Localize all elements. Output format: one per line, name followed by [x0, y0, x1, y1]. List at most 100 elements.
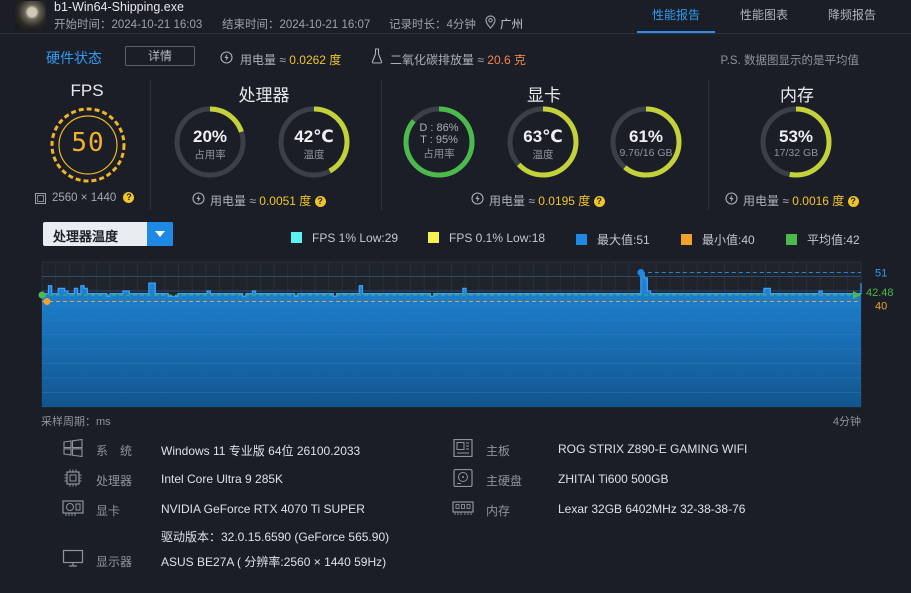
cpu-usage-text: 20% 占用率	[170, 127, 250, 162]
section-divider	[708, 80, 709, 210]
cpu-usage-value: 20%	[192, 127, 228, 146]
metric-dropdown-value: 处理器温度	[53, 229, 119, 244]
gpu-vram-text: 61% 9.76/16 GB	[606, 127, 686, 159]
spec-value-memory: Lexar 32GB 6402MHz 32-38-38-76	[558, 502, 746, 516]
spec-value-gpu: NVIDIA GeForce RTX 4070 Ti SUPER	[161, 502, 365, 516]
gpu-vram-label: 9.76/16 GB	[619, 147, 673, 159]
gpu-load-text: D : 86% T : 95% 占用率	[399, 122, 479, 161]
memory-power-label: 用电量 ≈	[743, 194, 789, 208]
legend-label: FPS 0.1% Low:18	[449, 231, 546, 245]
section-divider	[150, 80, 151, 210]
metric-dropdown[interactable]: 处理器温度	[43, 222, 173, 246]
resolution-icon	[35, 193, 46, 204]
legend-label: 最小值:40	[702, 233, 755, 247]
start-time: 开始时间：2024-10-21 16:03	[54, 19, 203, 31]
end-time: 结束时间：2024-10-21 16:07	[222, 19, 371, 31]
duration: 记录时长：4分钟	[389, 19, 476, 31]
help-icon[interactable]: ?	[314, 196, 326, 208]
memory-usage-value: 53%	[778, 127, 814, 146]
tab-throttling-report[interactable]: 降频报告	[828, 6, 876, 23]
legend-avg: 平均值:42	[786, 231, 860, 248]
gpu-title: 显卡	[527, 86, 561, 105]
detail-button[interactable]: 详情	[125, 46, 195, 66]
memory-title: 内存	[780, 86, 814, 105]
legend-swatch	[786, 234, 797, 245]
windows-icon	[63, 439, 83, 457]
gpu-temp-text: 63℃ 温度	[503, 127, 583, 162]
fps-resolution-text: 2560 × 1440	[52, 192, 117, 204]
max-label: 51	[875, 268, 887, 280]
spec-label-monitor: 显示器	[96, 555, 133, 569]
help-icon[interactable]: ?	[123, 192, 135, 204]
cpu-power: 用电量 ≈ 0.0051 度 ?	[210, 192, 326, 209]
spec-value-os: Windows 11 专业版 64位 26100.2033	[161, 444, 361, 458]
cpu-temp-chart[interactable]: 51 42.48 40	[0, 255, 911, 415]
legend-fps-1pct-low: FPS 1% Low:29	[291, 231, 398, 245]
memory-usage-label: 17/32 GB	[773, 147, 819, 159]
memory-power: 用电量 ≈ 0.0016 度 ?	[743, 192, 859, 209]
spec-value-disk: ZHITAI Ti600 500GB	[558, 472, 669, 486]
spec-label-gpu: 显卡	[96, 504, 121, 518]
legend-swatch	[291, 232, 302, 243]
total-power-label: 用电量 ≈	[240, 53, 286, 67]
co2-value: 20.6 克	[487, 53, 526, 67]
legend-label: FPS 1% Low:29	[312, 231, 399, 245]
memory-usage-text: 53% 17/32 GB	[756, 127, 836, 159]
chevron-down-icon[interactable]	[147, 222, 173, 246]
tab-performance-report[interactable]: 性能报告	[652, 6, 700, 23]
spec-value-monitor: ASUS BE27A ( 分辨率:2560 × 1440 59Hz)	[161, 555, 387, 569]
x-axis-label-right: 4分钟	[832, 416, 861, 428]
memory-icon	[452, 501, 474, 515]
header-bar: b1-Win64-Shipping.exe 开始时间：2024-10-21 16…	[0, 0, 911, 34]
gpu-vram-value: 61%	[628, 127, 664, 146]
section-divider	[381, 80, 382, 210]
co2-emission: 二氧化碳排放量 ≈ 20.6 克	[390, 51, 526, 68]
gpu-power: 用电量 ≈ 0.0195 度 ?	[489, 192, 605, 209]
min-point[interactable]	[43, 298, 51, 306]
power-icon	[192, 192, 205, 205]
legend-swatch	[576, 234, 587, 245]
active-tab-indicator	[637, 31, 715, 33]
gpu-temp-value: 63℃	[523, 127, 563, 146]
fps-resolution: 2560 × 1440 ?	[52, 192, 135, 204]
motherboard-icon	[453, 439, 473, 457]
legend-min: 最小值:40	[681, 231, 755, 248]
gpu-load-label: 占用率	[423, 148, 455, 160]
legend-label: 平均值:42	[807, 233, 860, 247]
location-pin-icon	[485, 15, 496, 29]
cpu-power-label: 用电量 ≈	[210, 194, 256, 208]
spec-label-disk: 主硬盘	[486, 474, 523, 488]
max-point[interactable]	[637, 269, 645, 277]
spec-label-motherboard: 主板	[486, 444, 511, 458]
spec-label-cpu: 处理器	[96, 474, 133, 488]
tab-performance-chart[interactable]: 性能图表	[740, 6, 788, 23]
spec-value-gpu-driver: 驱动版本：32.0.15.6590 (GeForce 565.90)	[161, 530, 390, 544]
help-icon[interactable]: ?	[847, 196, 859, 208]
total-power: 用电量 ≈ 0.0262 度	[240, 51, 341, 68]
disk-icon	[453, 469, 473, 487]
location: 广州	[500, 19, 523, 31]
power-icon	[220, 51, 233, 64]
gpu-load-t: T : 95%	[420, 134, 458, 146]
legend-fps-01pct-low: FPS 0.1% Low:18	[428, 231, 545, 245]
cpu-temp-value: 42℃	[294, 127, 334, 146]
co2-label: 二氧化碳排放量 ≈	[390, 53, 484, 67]
app-thumbnail	[15, 1, 46, 29]
cpu-temp-text: 42℃ 温度	[274, 127, 354, 162]
legend-swatch	[681, 234, 692, 245]
fps-value: 50	[71, 128, 105, 158]
avg-label: 42.48	[866, 287, 894, 299]
hardware-status-title: 硬件状态	[46, 50, 102, 66]
x-axis-label-left: 采样周期：ms	[41, 416, 111, 428]
power-icon	[725, 192, 738, 205]
help-icon[interactable]: ?	[593, 196, 605, 208]
spec-label-memory: 内存	[486, 504, 511, 518]
spec-label-os: 系 统	[96, 444, 133, 458]
fps-title: FPS	[70, 81, 104, 100]
cpu-power-value: 0.0051 度	[259, 194, 312, 208]
gpu-load-d: D : 86%	[419, 122, 459, 134]
gpu-power-label: 用电量 ≈	[489, 194, 535, 208]
monitor-icon	[62, 549, 84, 567]
spec-value-cpu: Intel Core Ultra 9 285K	[161, 472, 284, 486]
co2-flask-icon	[371, 48, 383, 64]
